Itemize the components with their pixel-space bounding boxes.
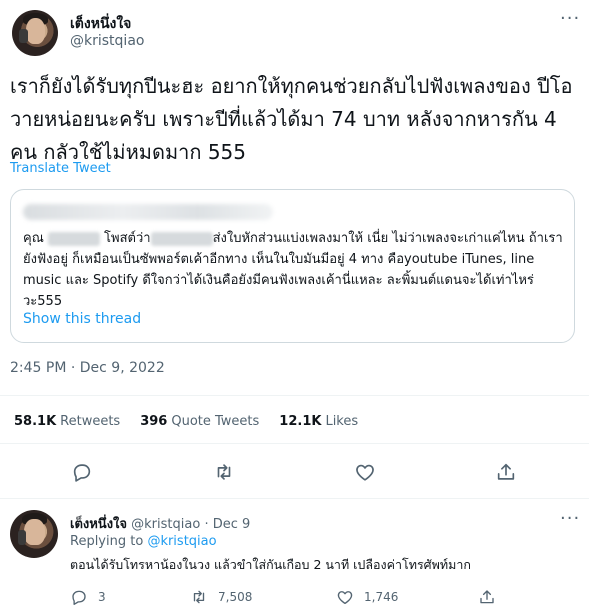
heart-icon — [337, 591, 353, 605]
reply-retweet-count: 7,508 — [218, 590, 253, 604]
divider — [0, 395, 589, 396]
quoted-text-part1: คุณ — [23, 231, 44, 246]
more-icon[interactable]: ··· — [560, 8, 580, 29]
retweets-label: Retweets — [60, 414, 121, 429]
replying-to-label: Replying to — [70, 534, 144, 549]
reply-header: เต็งหนึ่งใจ @kristqiao · Dec 9 — [70, 513, 250, 534]
retweet-icon[interactable] — [213, 461, 235, 483]
more-icon[interactable]: ··· — [560, 508, 580, 529]
tweet-text: เราก็ยังได้รับทุกปีนะฮะ อยากให้ทุกคนช่วย… — [10, 74, 573, 164]
reply-author-name[interactable]: เต็งหนึ่งใจ — [70, 517, 127, 532]
tweet-timestamp[interactable]: 2:45 PM · Dec 9, 2022 — [10, 360, 165, 376]
reply-date[interactable]: · Dec 9 — [204, 517, 250, 532]
quote-tweets-label: Quote Tweets — [171, 414, 260, 429]
author-name[interactable]: เต็งหนึ่งใจ — [70, 13, 131, 35]
reply-count: 3 — [98, 590, 106, 604]
likes-label: Likes — [325, 414, 359, 429]
reply-share-action[interactable] — [478, 588, 506, 606]
likes-count: 12.1K — [279, 414, 322, 429]
share-icon — [480, 590, 494, 604]
reply-like-count: 1,746 — [364, 590, 399, 604]
replying-to-handle[interactable]: @kristqiao — [147, 534, 216, 549]
reply-author-avatar[interactable] — [10, 510, 58, 558]
quoted-tweet-text: คุณ โพสต์ว่า ส่งใบหักส่วนแบ่งเพลงมาให้ เน… — [23, 228, 568, 312]
reply-icon — [72, 590, 86, 605]
redacted-name — [150, 231, 213, 246]
retweet-icon — [193, 590, 205, 604]
replying-to: Replying to @kristqiao — [70, 534, 217, 549]
reply-retweet-action[interactable]: 7,508 — [190, 588, 252, 606]
reply-icon[interactable] — [71, 461, 93, 483]
likes-stat[interactable]: 12.1K Likes — [279, 414, 358, 429]
translate-tweet-link[interactable]: Translate Tweet — [10, 161, 111, 176]
divider — [0, 443, 589, 444]
author-avatar[interactable] — [12, 10, 58, 56]
retweets-count: 58.1K — [14, 414, 57, 429]
author-handle[interactable]: @kristqiao — [70, 33, 144, 49]
divider — [0, 498, 589, 499]
reply-text: ตอนได้รับโทรหาน้องในวง แล้วขำใส่กันเกือบ… — [70, 557, 471, 572]
reply-like-action[interactable]: 1,746 — [336, 588, 398, 606]
quote-tweets-stat[interactable]: 396 Quote Tweets — [140, 414, 259, 429]
quote-tweets-count: 396 — [140, 414, 168, 429]
redacted-name — [47, 231, 100, 246]
share-icon[interactable] — [495, 461, 517, 483]
show-thread-link[interactable]: Show this thread — [23, 311, 141, 327]
quoted-tweet-header-redacted — [23, 204, 273, 220]
reply-reply-action[interactable]: 3 — [70, 588, 106, 606]
tweet-stats: 58.1K Retweets 396 Quote Tweets 12.1K Likes — [14, 414, 378, 429]
retweets-stat[interactable]: 58.1K Retweets — [14, 414, 120, 429]
quoted-tweet[interactable]: คุณ โพสต์ว่า ส่งใบหักส่วนแบ่งเพลงมาให้ เน… — [10, 189, 575, 343]
heart-icon[interactable] — [354, 461, 376, 483]
quoted-text-part2: โพสต์ว่า — [104, 231, 151, 246]
reply-author-handle[interactable]: @kristqiao — [131, 517, 200, 532]
